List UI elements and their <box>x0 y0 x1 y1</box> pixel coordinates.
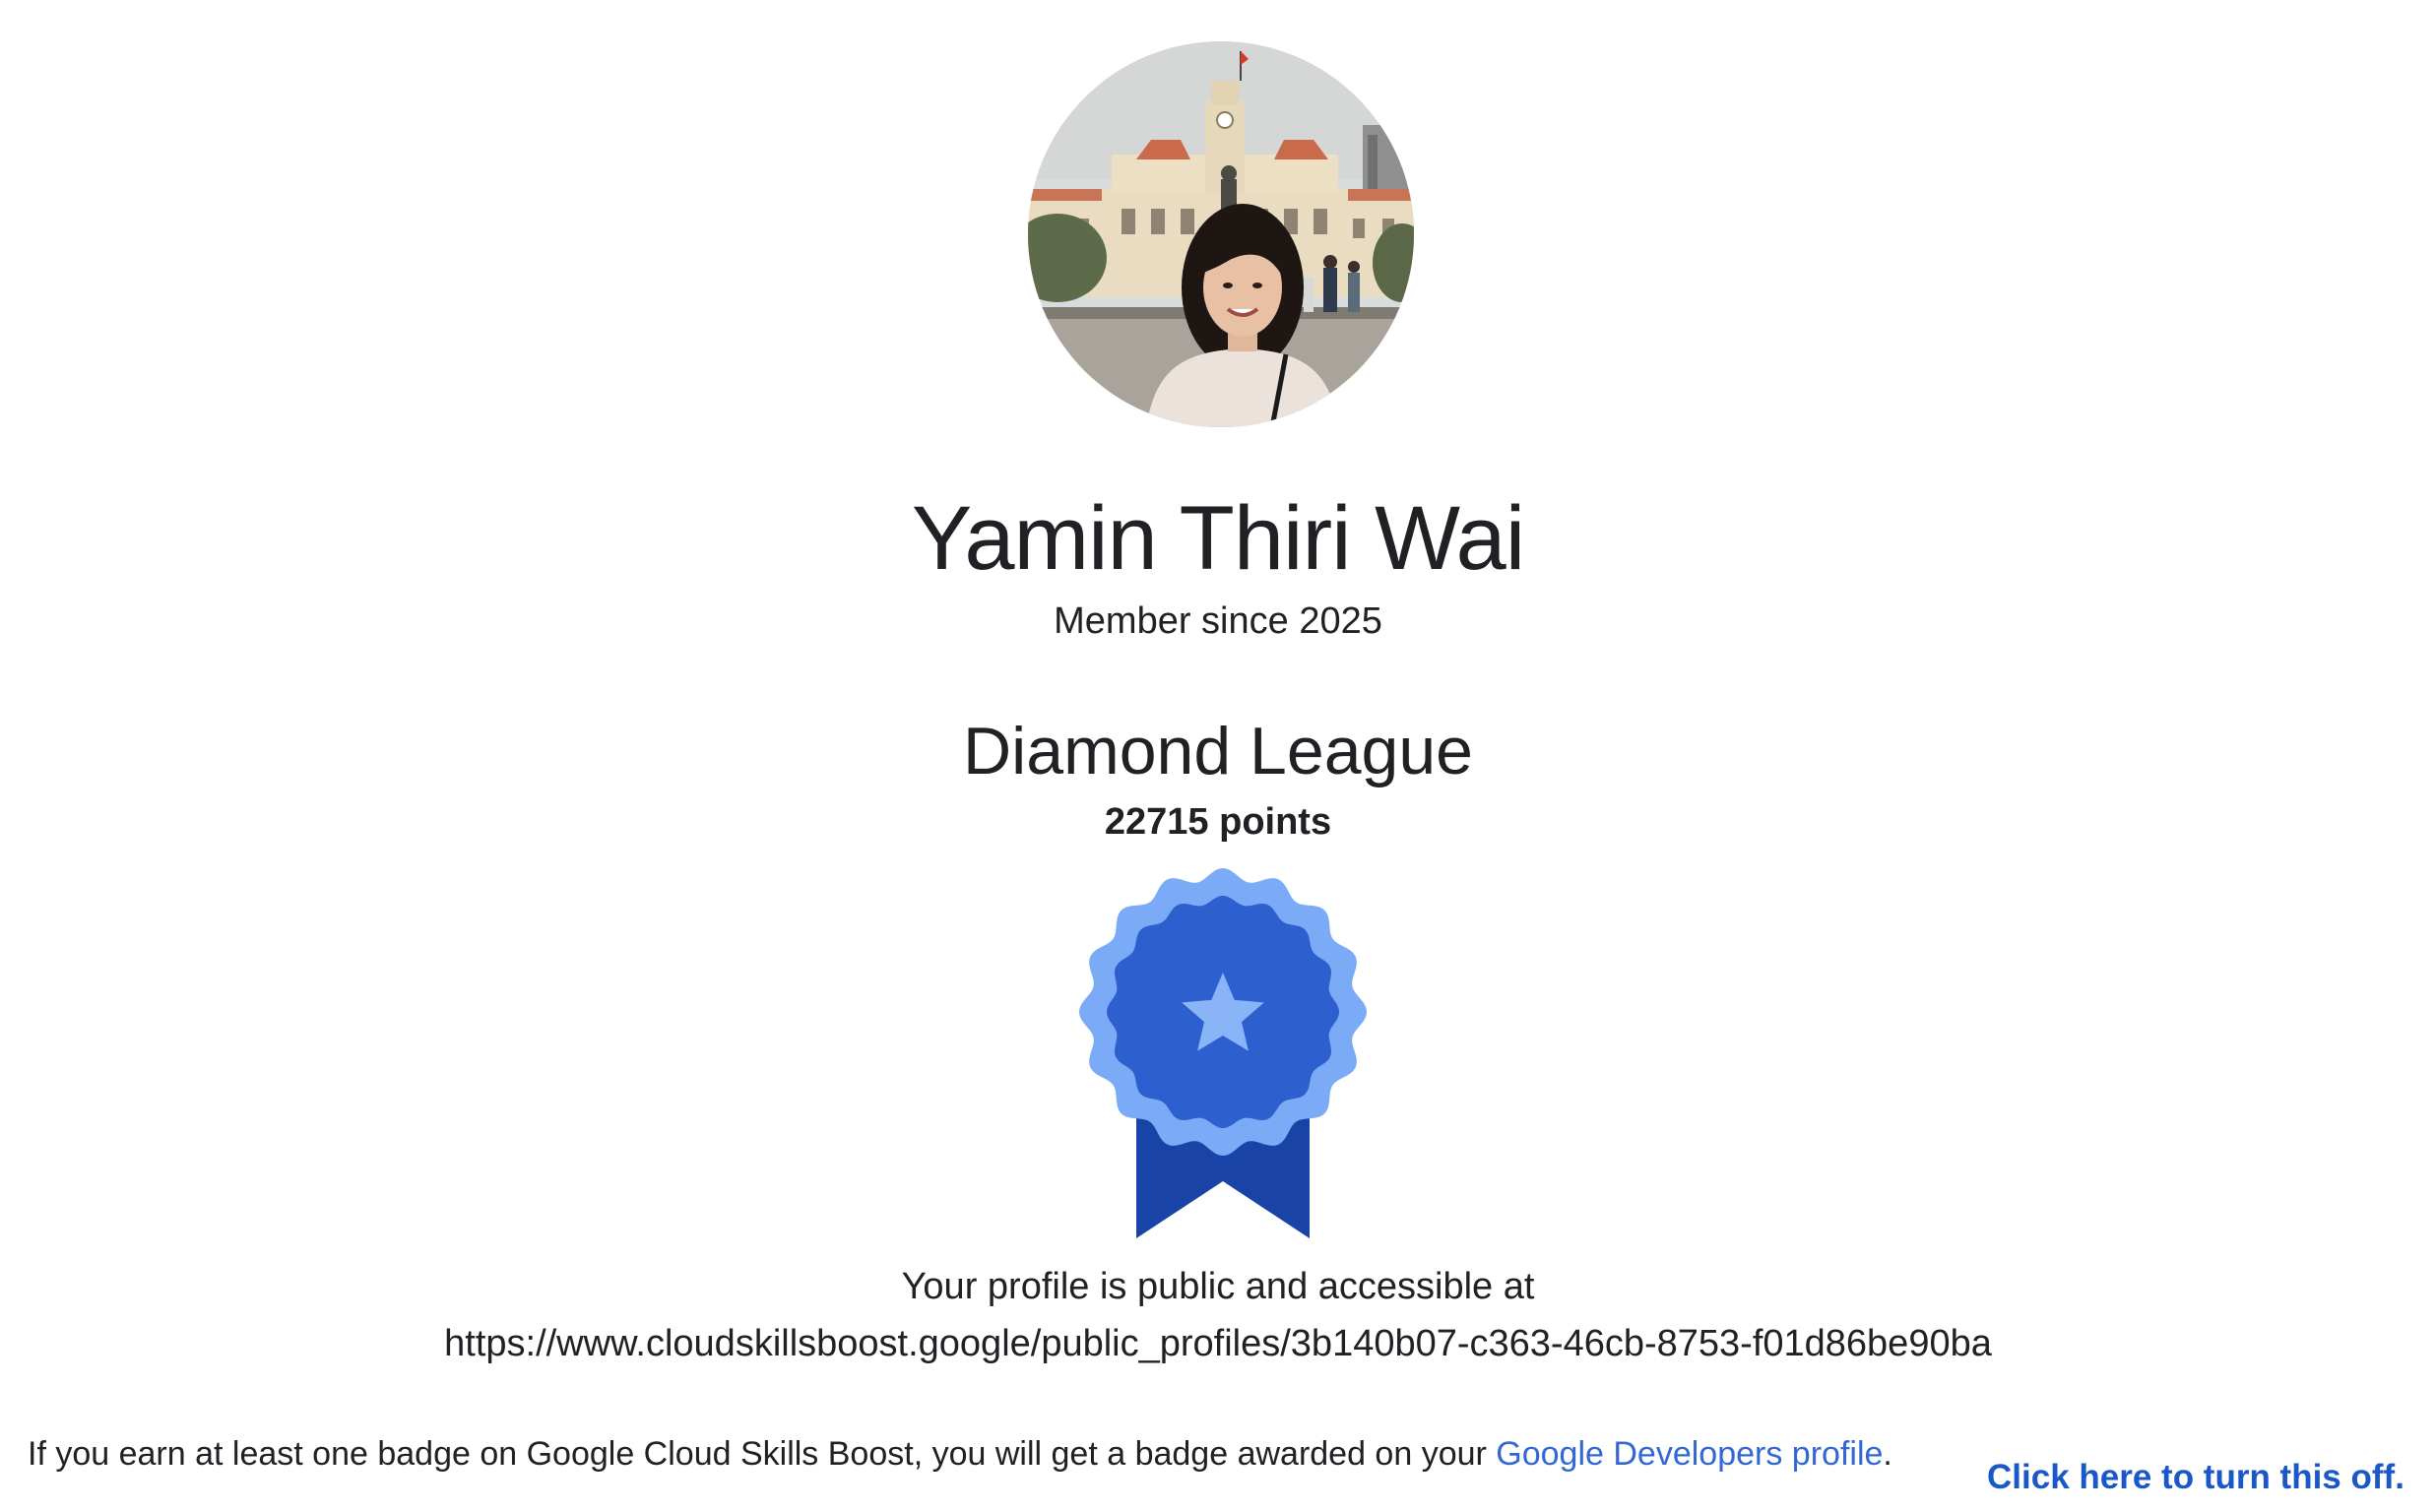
diamond-league-ribbon-icon <box>1075 868 1371 1238</box>
public-profile-notice: Your profile is public and accessible at <box>901 1266 1535 1307</box>
google-developers-profile-link[interactable]: Google Developers profile <box>1496 1435 1883 1473</box>
league-title: Diamond League <box>963 714 1473 788</box>
developers-badge-text: If you earn at least one badge on Google… <box>28 1435 1497 1473</box>
profile-name: Yamin Thiri Wai <box>911 488 1525 589</box>
notice-period: . <box>1883 1435 1892 1473</box>
profile-photo <box>1028 41 1414 427</box>
member-since: Member since 2025 <box>1054 600 1382 642</box>
public-profile-url[interactable]: https://www.cloudskillsboost.google/publ… <box>0 1321 2436 1366</box>
turn-off-link[interactable]: Click here to turn this off. <box>1987 1457 2404 1498</box>
profile-avatar <box>1028 41 1414 427</box>
developers-badge-notice: If you earn at least one badge on Google… <box>28 1433 1892 1475</box>
league-points: 22715 points <box>1104 801 1332 843</box>
